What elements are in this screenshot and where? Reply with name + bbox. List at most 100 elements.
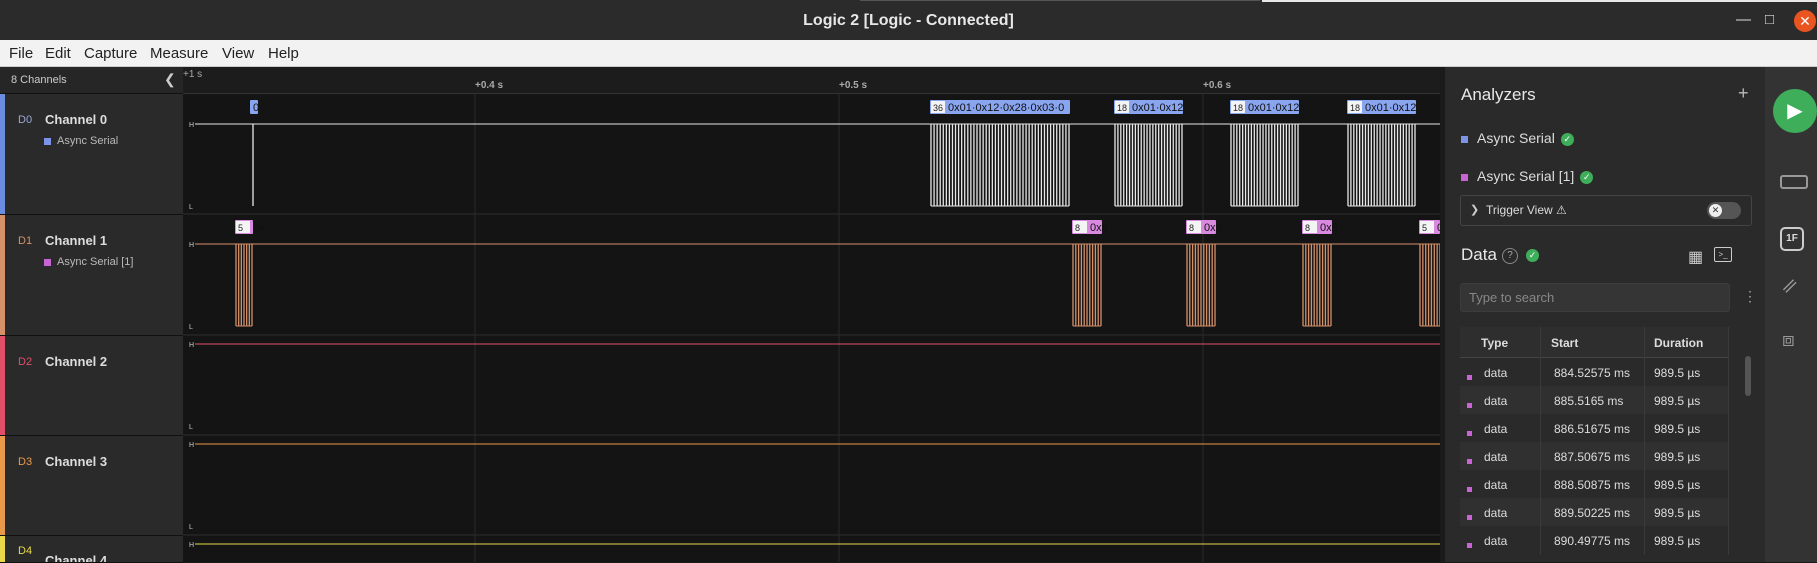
cell-start: 889.50225 ms [1554,506,1631,520]
channel-analyzer-label: Async Serial [1] [57,256,134,268]
trigger-view-toggle[interactable]: ✕ [1707,202,1741,219]
channel-row-4[interactable]: D4 Channel 4 [0,536,183,563]
table-row[interactable]: data 886.51675 ms 989.5 µs [1460,414,1728,442]
start-capture-button[interactable]: ▶ [1773,89,1817,133]
maximize-icon[interactable]: □ [1765,10,1774,30]
cell-start: 890.49775 ms [1554,534,1631,548]
channel-row-3[interactable]: D3 Channel 3 [0,436,183,536]
channel-name: Channel 2 [45,354,108,369]
channel-count: 8 Channels [11,74,67,86]
column-divider [1728,327,1729,555]
window-title: Logic 2 [Logic - Connected] [803,12,1014,29]
cell-duration: 989.5 µs [1654,366,1701,380]
channel-analyzer[interactable]: Async Serial [44,135,118,147]
ch1-decode-count: 5 [238,223,243,233]
channel-row-0[interactable]: D0 Channel 0 Async Serial [0,94,183,215]
table-scrollbar[interactable] [1745,356,1751,396]
analyzer-item[interactable]: Async Serial ✓ [1461,130,1574,146]
trigger-view-panel[interactable]: ❯ Trigger View ⚠ ✕ [1460,195,1752,226]
waveform-canvas[interactable]: H L H L H L H L H 0 36 0x01·0x12·0x28·0x03·0 18 0x01·… [183,94,1440,562]
table-row[interactable]: data 884.52575 ms 989.5 µs [1460,358,1728,386]
check-icon: ✓ [1526,249,1539,262]
column-header-type[interactable]: Type [1481,336,1508,350]
add-analyzer-icon[interactable]: + [1738,83,1749,104]
warning-icon: ⚠ [1556,203,1567,217]
ch0-decode-text: 0x01·0x12·0x28·0x03·0 [948,102,1064,114]
channel-color-stripe [0,436,5,535]
chevron-right-icon[interactable]: ❯ [1470,203,1479,216]
column-header-duration[interactable]: Duration [1654,336,1703,350]
search-input[interactable] [1460,283,1730,312]
minimize-icon[interactable]: — [1736,10,1751,30]
extensions-icon[interactable]: ⧈ [1782,329,1795,352]
column-header-start[interactable]: Start [1551,336,1578,350]
table-header: Type Start Duration [1460,327,1728,358]
menu-help[interactable]: Help [268,45,299,62]
analyzer-color-icon [1461,173,1468,181]
table-row[interactable]: data 885.5165 ms 989.5 µs [1460,386,1728,414]
cell-duration: 989.5 µs [1654,422,1701,436]
ch0-decode-text: 0x01·0x12 [1248,102,1299,114]
analyzer-item[interactable]: Async Serial [1] ✓ [1461,168,1594,184]
cell-duration: 989.5 µs [1654,394,1701,408]
analyzers-icon[interactable]: 1F [1780,227,1804,251]
ch1-decode-count: 8 [1075,223,1080,233]
channel-id: D3 [18,456,33,468]
more-options-icon[interactable]: ⋮ [1743,288,1757,305]
menu-view[interactable]: View [222,45,254,62]
help-icon[interactable]: ? [1502,248,1518,264]
channels-header: 8 Channels ❮ [0,67,183,94]
level-high-label: H [189,442,194,449]
analyzer-color-icon [1461,135,1468,143]
title-bar-divider [860,0,1260,1]
menu-measure[interactable]: Measure [150,45,208,62]
table-view-icon[interactable]: ▦ [1688,247,1703,267]
table-row[interactable]: data 888.50875 ms 989.5 µs [1460,470,1728,498]
channel-row-1[interactable]: D1 Channel 1 Async Serial [1] [0,215,183,336]
menu-file[interactable]: File [9,45,33,62]
channel-row-2[interactable]: D2 Channel 2 [0,336,183,436]
check-icon: ✓ [1560,132,1574,146]
timeline-tick: +0.5 s [839,80,868,91]
analyzers-sidebar: Analyzers + Async Serial ✓ Async Serial [… [1445,67,1765,562]
channel-id: D2 [18,356,33,368]
level-high-label: H [189,542,194,549]
trigger-view-label: Trigger View [1486,203,1553,217]
level-high-label: H [189,122,194,129]
channel-analyzer[interactable]: Async Serial [1] [44,256,133,268]
cell-type: data [1484,506,1508,520]
cell-start: 887.50675 ms [1554,450,1631,464]
terminal-view-icon[interactable]: >_ [1714,247,1732,262]
waveform-area[interactable]: H L H L H L H L H 0 36 0x01·0x12·0x28·0x03·0 18 0x01·… [183,94,1440,562]
menu-edit[interactable]: Edit [45,45,71,62]
analyzer-name: Async Serial [1477,130,1555,146]
level-high-label: H [189,242,194,249]
row-color-icon [1467,453,1472,467]
device-icon[interactable] [1780,175,1808,189]
ch0-decode-count: 18 [1233,103,1243,113]
cell-start: 885.5165 ms [1554,394,1624,408]
table-row[interactable]: data 889.50225 ms 989.5 µs [1460,498,1728,526]
cell-type: data [1484,450,1508,464]
analyzers-title: Analyzers [1461,85,1536,104]
menu-capture[interactable]: Capture [84,45,137,62]
channel-name: Channel 3 [45,454,108,469]
timeline-ruler[interactable]: +1 s +0.4 s +0.5 s +0.6 s [183,67,1440,94]
level-low-label: L [189,524,193,531]
close-icon[interactable]: ✕ [1794,10,1816,32]
table-row[interactable]: data 890.49775 ms 989.5 µs [1460,526,1728,554]
table-row[interactable]: data 887.50675 ms 989.5 µs [1460,442,1728,470]
timeline-tick: +0.4 s [475,80,504,91]
ruler-icon[interactable]: ═ [1777,273,1803,299]
row-color-icon [1467,369,1472,383]
cell-type: data [1484,422,1508,436]
cell-duration: 989.5 µs [1654,478,1701,492]
channel-name: Channel 1 [45,233,108,248]
analyzer-color-icon [44,258,51,266]
cell-duration: 989.5 µs [1654,506,1701,520]
row-color-icon [1467,425,1472,439]
chevron-left-icon[interactable]: ❮ [164,71,176,88]
timeline-tick: +0.6 s [1203,80,1232,91]
channel-id: D0 [18,114,33,126]
ch1-decode-text: 0x [253,222,265,234]
